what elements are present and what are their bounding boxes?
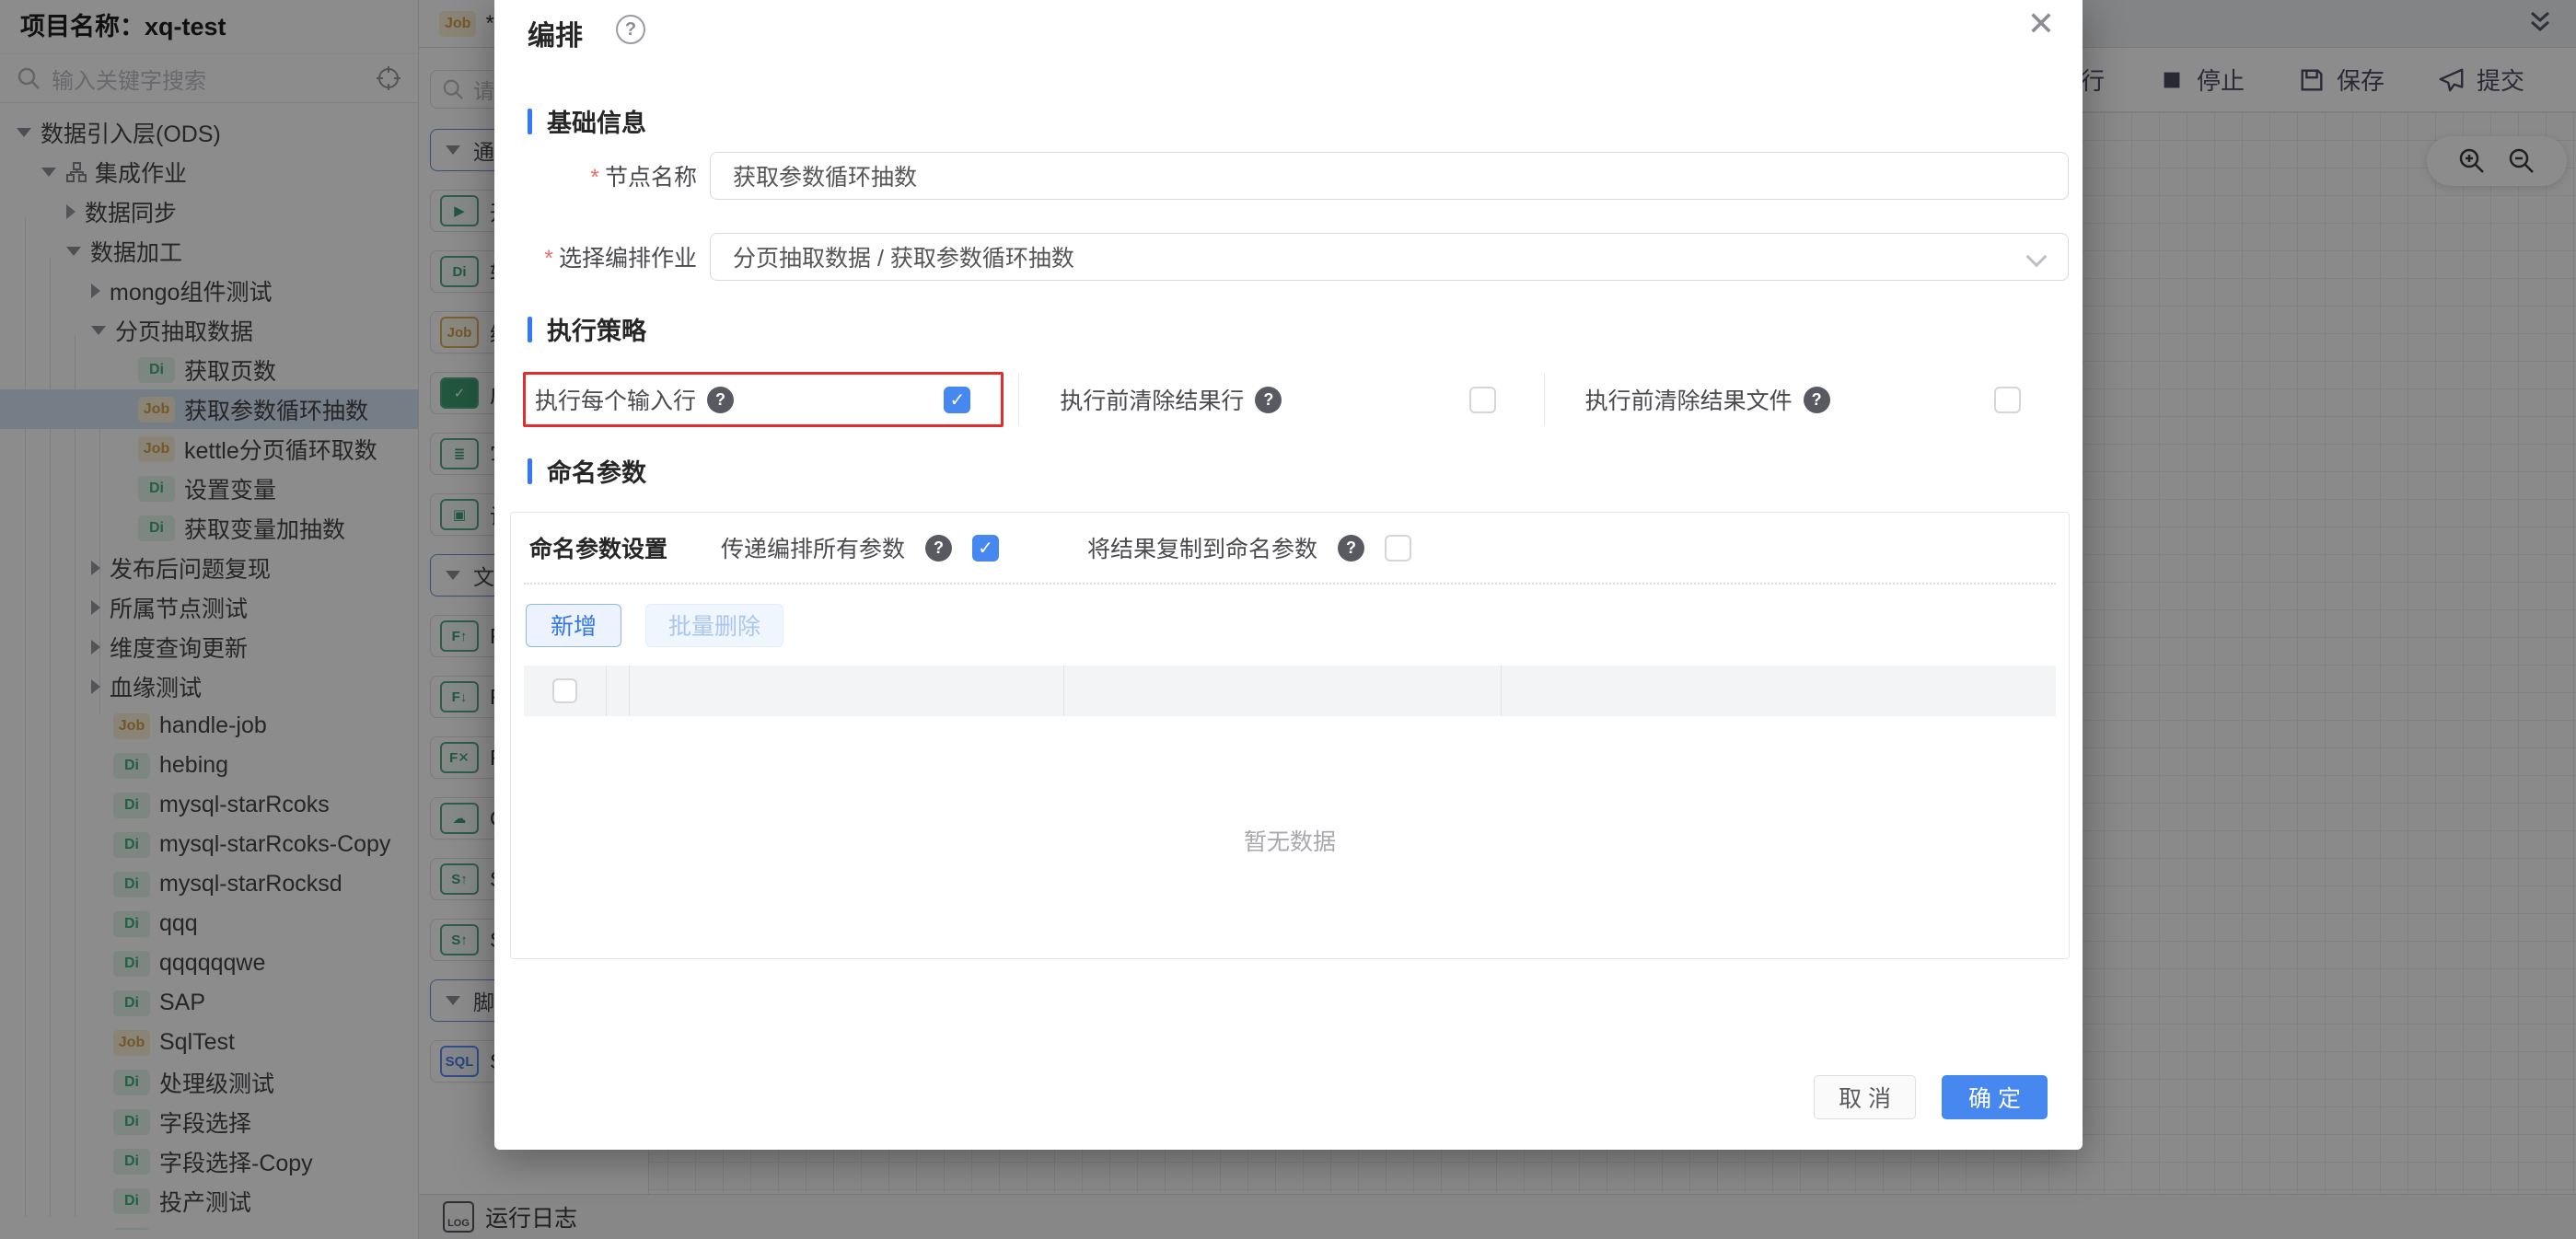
named-params-table: 暂无数据 xyxy=(524,666,2056,965)
chevron-down-icon xyxy=(2026,247,2048,268)
exec-option: 执行前清除结果文件 xyxy=(1544,373,2069,426)
orchestration-dialog: 编排 基础信息 节点名称 选择编排作业 分页抽取数据 / 获取参数循环抽数 执行… xyxy=(494,0,2083,1150)
question-tooltip-icon[interactable] xyxy=(925,535,952,562)
named-params-panel: 命名参数设置 传递编排所有参数 将结果复制到命名参数 新增 批量删除 xyxy=(510,512,2070,959)
named-params-settings-row: 命名参数设置 传递编排所有参数 将结果复制到命名参数 xyxy=(524,513,2056,583)
node-name-row: 节点名称 xyxy=(528,152,2069,200)
named-params-option-checkbox[interactable] xyxy=(1385,535,1411,562)
question-tooltip-icon[interactable] xyxy=(1255,387,1282,413)
exec-option: 执行前清除结果行 xyxy=(1018,373,1543,426)
node-name-field[interactable] xyxy=(710,152,2069,200)
section-basic-info: 基础信息 xyxy=(528,103,646,139)
job-select-label: 选择编排作业 xyxy=(528,240,710,273)
exec-option: 执行每个输入行 xyxy=(528,373,1018,426)
section-accent-bar xyxy=(528,317,532,342)
named-params-settings-label: 命名参数设置 xyxy=(529,531,667,564)
app-root: 项目名称：xq-test 输入关键字搜索 数据引入层(ODS) 集成作业 xyxy=(0,0,2576,1239)
table-column-header xyxy=(607,666,630,716)
select-all-checkbox[interactable] xyxy=(552,678,577,703)
add-button[interactable]: 新增 xyxy=(526,604,621,647)
job-select-row: 选择编排作业 分页抽取数据 / 获取参数循环抽数 xyxy=(528,233,2069,281)
dialog-footer: 取 消 确 定 xyxy=(1814,1075,2048,1119)
table-header-checkbox-cell xyxy=(524,666,607,716)
exec-option-checkbox[interactable] xyxy=(944,387,970,413)
job-select[interactable]: 分页抽取数据 / 获取参数循环抽数 xyxy=(710,233,2069,281)
section-accent-bar xyxy=(528,458,532,484)
section-named-params: 命名参数 xyxy=(528,453,646,489)
named-params-option-label: 将结果复制到命名参数 xyxy=(1087,531,1317,564)
question-tooltip-icon[interactable] xyxy=(1338,535,1364,562)
table-header-row xyxy=(524,666,2056,716)
batch-delete-button[interactable]: 批量删除 xyxy=(645,604,783,647)
table-column-header xyxy=(1502,666,2056,716)
exec-option-label: 执行每个输入行 xyxy=(535,383,696,416)
section-accent-bar xyxy=(528,109,532,134)
exec-option-checkbox[interactable] xyxy=(1469,387,1496,413)
question-tooltip-icon[interactable] xyxy=(1804,387,1830,413)
named-params-actions: 新增 批量删除 xyxy=(524,585,2056,666)
exec-option-label: 执行前清除结果行 xyxy=(1060,383,1244,416)
named-params-option: 传递编排所有参数 xyxy=(721,531,999,564)
section-exec-strategy: 执行策略 xyxy=(528,311,646,347)
named-params-option: 将结果复制到命名参数 xyxy=(1087,531,1411,564)
question-tooltip-icon[interactable] xyxy=(707,387,734,413)
confirm-button[interactable]: 确 定 xyxy=(1942,1075,2048,1119)
node-name-label: 节点名称 xyxy=(528,159,710,192)
dialog-title: 编排 xyxy=(528,13,583,53)
named-params-option-label: 传递编排所有参数 xyxy=(721,531,905,564)
exec-option-label: 执行前清除结果文件 xyxy=(1585,383,1793,416)
cancel-button[interactable]: 取 消 xyxy=(1814,1075,1916,1119)
named-params-option-checkbox[interactable] xyxy=(972,535,999,562)
job-select-value: 分页抽取数据 / 获取参数循环抽数 xyxy=(733,240,1074,273)
exec-strategy-options: 执行每个输入行 执行前清除结果行 执行前清除结果文件 xyxy=(528,373,2069,426)
table-column-header xyxy=(630,666,1064,716)
node-name-input[interactable] xyxy=(733,163,2046,190)
exec-option-checkbox[interactable] xyxy=(1994,387,2021,413)
close-icon[interactable] xyxy=(2027,7,2055,41)
table-column-header xyxy=(1064,666,1502,716)
table-empty-state: 暂无数据 xyxy=(524,716,2056,965)
help-icon[interactable] xyxy=(616,15,645,44)
